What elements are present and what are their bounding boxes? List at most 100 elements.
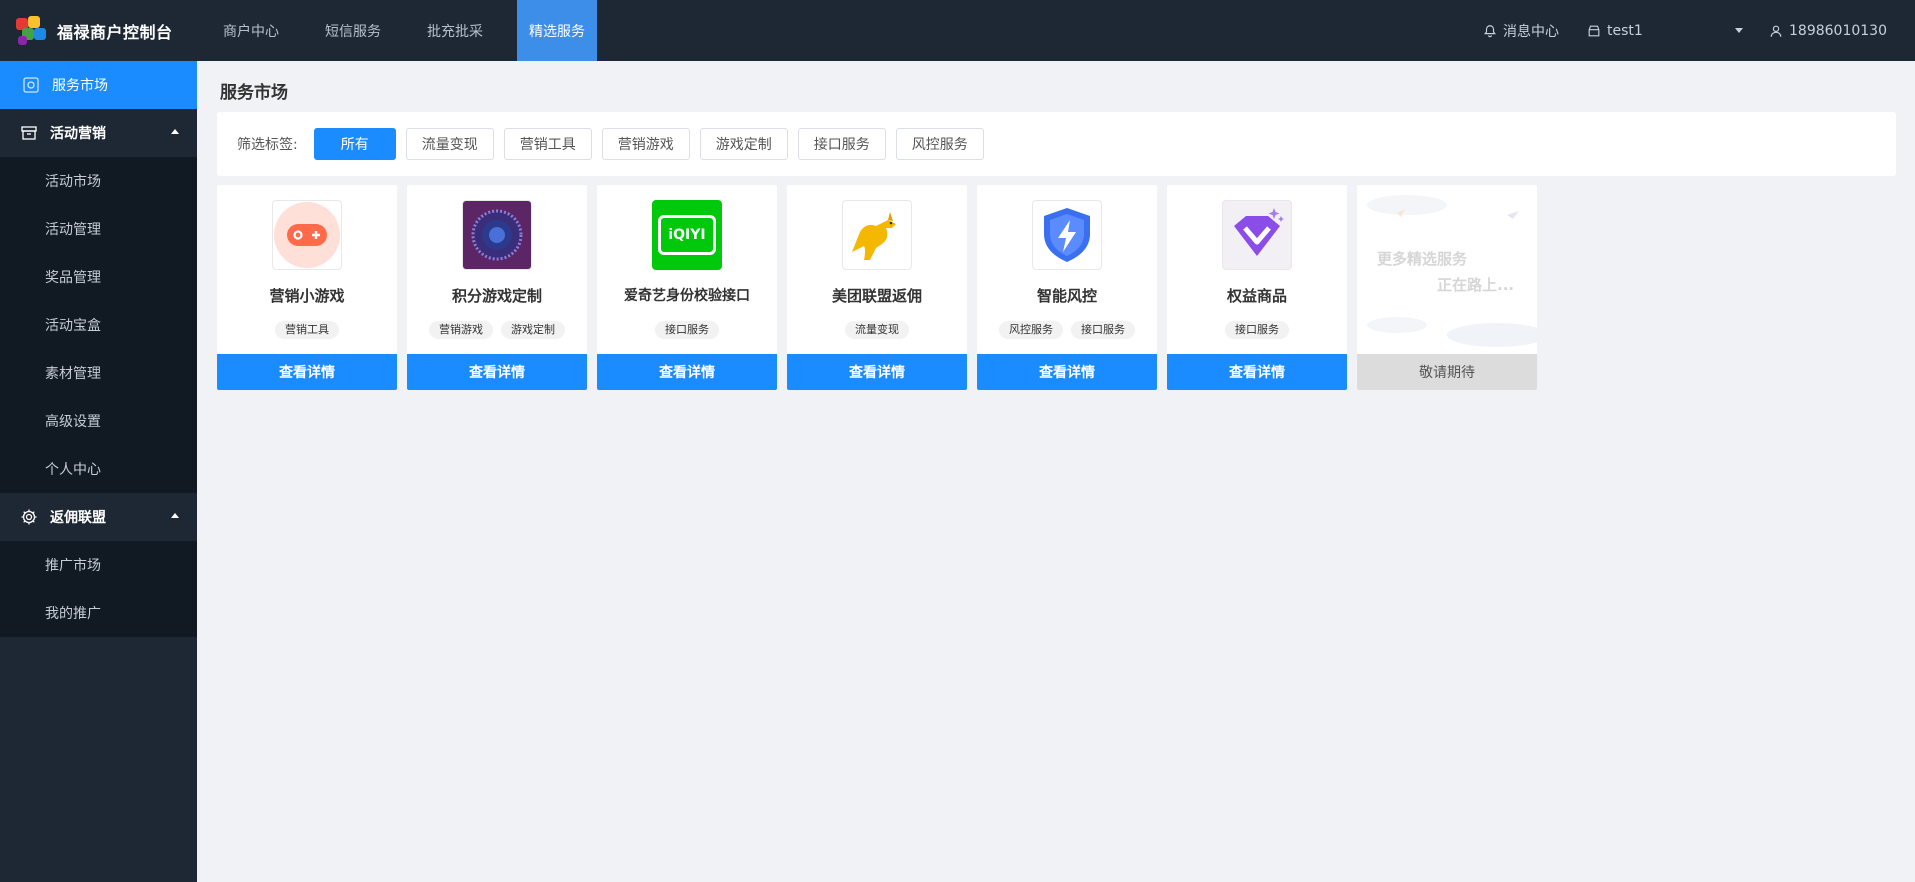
service-card: iQIYI 爱奇艺身份校验接口 接口服务 查看详情 bbox=[597, 185, 777, 390]
sidebar-item-activity-box[interactable]: 活动宝盒 bbox=[0, 301, 197, 349]
topnav-sms-service[interactable]: 短信服务 bbox=[313, 0, 393, 61]
store-icon bbox=[1588, 25, 1600, 36]
coming-soon-button: 敬请期待 bbox=[1357, 354, 1537, 390]
kangaroo-icon bbox=[852, 212, 896, 260]
bell-icon bbox=[1484, 24, 1496, 37]
card-tags: 接口服务 bbox=[597, 321, 777, 339]
sidebar-group-label: 活动营销 bbox=[50, 126, 106, 142]
header-right: 消息中心 test1 18986010130 bbox=[1483, 0, 1915, 61]
card-title: 爱奇艺身份校验接口 bbox=[624, 288, 750, 304]
filter-tag-api-service[interactable]: 接口服务 bbox=[797, 128, 886, 160]
card-tag: 风控服务 bbox=[999, 321, 1063, 339]
sidebar-item-service-market[interactable]: 服务市场 bbox=[0, 61, 197, 109]
sidebar-item-advanced-settings[interactable]: 高级设置 bbox=[0, 397, 197, 445]
card-tags: 风控服务 接口服务 bbox=[977, 321, 1157, 339]
sidebar-item-my-promotion[interactable]: 我的推广 bbox=[0, 589, 197, 637]
message-center-link[interactable]: 消息中心 bbox=[1483, 21, 1559, 41]
card-tags: 流量变现 bbox=[787, 321, 967, 339]
filter-tag-marketing-tools[interactable]: 营销工具 bbox=[503, 128, 592, 160]
diamond-icon bbox=[1234, 208, 1284, 256]
card-title: 营销小游戏 bbox=[269, 287, 345, 305]
user-phone: 18986010130 bbox=[1789, 22, 1887, 39]
card-tag: 游戏定制 bbox=[501, 321, 565, 339]
chevron-up-icon bbox=[171, 129, 179, 134]
service-card: 智能风控 风控服务 接口服务 查看详情 bbox=[977, 185, 1157, 390]
top-header: 福禄商户控制台 商户中心 短信服务 批充批采 精选服务 消息中心 test1 1… bbox=[0, 0, 1915, 61]
card-tag: 营销游戏 bbox=[429, 321, 493, 339]
page-title: 服务市场 bbox=[220, 83, 288, 103]
card-title: 积分游戏定制 bbox=[451, 287, 542, 305]
view-details-button[interactable]: 查看详情 bbox=[1167, 354, 1347, 390]
topnav-featured-services[interactable]: 精选服务 bbox=[517, 0, 597, 61]
card-tag: 接口服务 bbox=[1071, 321, 1135, 339]
filter-tag-traffic[interactable]: 流量变现 bbox=[405, 128, 494, 160]
brand-logo-icon bbox=[14, 14, 48, 48]
card-tag: 接口服务 bbox=[655, 321, 719, 339]
card-icon-box bbox=[842, 200, 912, 270]
sidebar-submenu-marketing: 活动市场 活动管理 奖品管理 活动宝盒 素材管理 高级设置 个人中心 bbox=[0, 157, 197, 493]
card-tag: 流量变现 bbox=[845, 321, 909, 339]
topnav-batch-recharge[interactable]: 批充批采 bbox=[415, 0, 495, 61]
card-icon-box bbox=[462, 200, 532, 270]
chevron-up-icon bbox=[171, 513, 179, 518]
game-badge-icon bbox=[463, 201, 531, 269]
card-icon-box bbox=[1032, 200, 1102, 270]
gear-icon bbox=[21, 509, 37, 525]
sidebar-group-marketing[interactable]: 活动营销 bbox=[0, 109, 197, 157]
sidebar-item-personal-center[interactable]: 个人中心 bbox=[0, 445, 197, 493]
view-details-button[interactable]: 查看详情 bbox=[977, 354, 1157, 390]
service-card-list: 营销小游戏 营销工具 查看详情 积分游戏定制 营销游戏 游戏定制 查看详情 iQ… bbox=[217, 185, 1547, 390]
store-selector[interactable]: test1 bbox=[1587, 22, 1744, 39]
service-card: 美团联盟返佣 流量变现 查看详情 bbox=[787, 185, 967, 390]
sidebar-item-prize-manage[interactable]: 奖品管理 bbox=[0, 253, 197, 301]
coming-soon-line1: 更多精选服务 bbox=[1377, 250, 1468, 268]
view-details-button[interactable]: 查看详情 bbox=[217, 354, 397, 390]
card-tag: 营销工具 bbox=[275, 321, 339, 339]
service-card: 积分游戏定制 营销游戏 游戏定制 查看详情 bbox=[407, 185, 587, 390]
filter-bar: 筛选标签: 所有 流量变现 营销工具 营销游戏 游戏定制 接口服务 风控服务 bbox=[217, 112, 1896, 176]
sidebar-submenu-rebate: 推广市场 我的推广 bbox=[0, 541, 197, 637]
view-details-button[interactable]: 查看详情 bbox=[787, 354, 967, 390]
topnav-merchant-center[interactable]: 商户中心 bbox=[211, 0, 291, 61]
message-center-label: 消息中心 bbox=[1503, 23, 1560, 40]
sidebar-item-activity-manage[interactable]: 活动管理 bbox=[0, 205, 197, 253]
card-tags: 营销游戏 游戏定制 bbox=[407, 321, 587, 339]
view-details-button[interactable]: 查看详情 bbox=[407, 354, 587, 390]
service-card: 权益商品 接口服务 查看详情 bbox=[1167, 185, 1347, 390]
top-nav: 商户中心 短信服务 批充批采 精选服务 bbox=[219, 0, 627, 61]
coming-soon-line2: 正在路上... bbox=[1437, 276, 1515, 294]
sidebar-item-material-manage[interactable]: 素材管理 bbox=[0, 349, 197, 397]
filter-tag-marketing-games[interactable]: 营销游戏 bbox=[601, 128, 690, 160]
iqiyi-logo-text: iQIYI bbox=[668, 227, 706, 243]
service-card: 营销小游戏 营销工具 查看详情 bbox=[217, 185, 397, 390]
card-tag: 接口服务 bbox=[1225, 321, 1289, 339]
card-title: 美团联盟返佣 bbox=[831, 287, 922, 305]
card-tags: 营销工具 bbox=[217, 321, 397, 339]
sidebar: 服务市场 活动营销 活动市场 活动管理 奖品管理 活动宝盒 素材管理 高级设置 … bbox=[0, 61, 197, 882]
sidebar-group-label: 返佣联盟 bbox=[50, 510, 106, 526]
box-icon bbox=[21, 126, 37, 140]
sidebar-item-activity-market[interactable]: 活动市场 bbox=[0, 157, 197, 205]
main-content: 服务市场 筛选标签: 所有 流量变现 营销工具 营销游戏 游戏定制 接口服务 风… bbox=[197, 61, 1915, 882]
brand-title: 福禄商户控制台 bbox=[57, 22, 173, 42]
filter-tag-game-custom[interactable]: 游戏定制 bbox=[699, 128, 788, 160]
store-name: test1 bbox=[1607, 22, 1643, 39]
user-menu[interactable]: 18986010130 bbox=[1769, 23, 1887, 39]
card-tags: 接口服务 bbox=[1167, 321, 1347, 339]
brand[interactable]: 福禄商户控制台 bbox=[0, 0, 197, 61]
filter-tag-all[interactable]: 所有 bbox=[313, 128, 396, 160]
card-icon-box: iQIYI bbox=[652, 200, 722, 270]
sidebar-item-promotion-market[interactable]: 推广市场 bbox=[0, 541, 197, 589]
sidebar-group-rebate[interactable]: 返佣联盟 bbox=[0, 493, 197, 541]
chevron-down-icon bbox=[1735, 28, 1744, 33]
placeholder-background-illustration bbox=[1367, 195, 1537, 347]
iqiyi-logo-icon: iQIYI bbox=[658, 215, 716, 255]
user-icon bbox=[1770, 25, 1782, 37]
card-icon-box bbox=[272, 200, 342, 270]
filter-tag-risk-control[interactable]: 风控服务 bbox=[895, 128, 984, 160]
service-market-icon bbox=[23, 77, 39, 93]
card-title: 智能风控 bbox=[1036, 287, 1097, 305]
gamepad-icon bbox=[274, 202, 340, 268]
view-details-button[interactable]: 查看详情 bbox=[597, 354, 777, 390]
coming-soon-card: 更多精选服务 正在路上... 敬请期待 bbox=[1357, 185, 1537, 390]
